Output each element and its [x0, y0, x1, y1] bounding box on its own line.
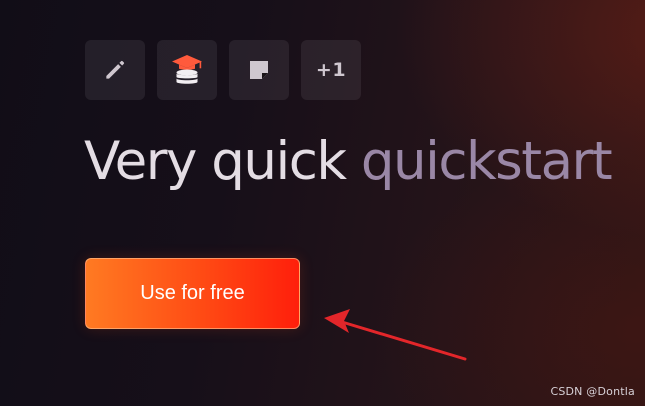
database-graduation-cap-icon [172, 55, 202, 84]
pencil-tile[interactable] [85, 40, 145, 100]
database-tile[interactable] [157, 40, 217, 100]
watermark: CSDN @Dontla [550, 385, 635, 398]
more-integrations-tile[interactable]: +1 [301, 40, 361, 100]
title-part-primary: Very quick [84, 131, 361, 192]
pencil-icon [106, 60, 125, 79]
more-count-label: +1 [315, 59, 347, 81]
title-part-accent: quickstart [360, 131, 613, 192]
use-for-free-button[interactable]: Use for free [85, 258, 300, 329]
sticky-note-icon [250, 61, 268, 79]
page-title: Very quick quickstart [84, 131, 613, 193]
integration-icon-row: +1 [85, 40, 361, 100]
sticky-note-tile[interactable] [229, 40, 289, 100]
